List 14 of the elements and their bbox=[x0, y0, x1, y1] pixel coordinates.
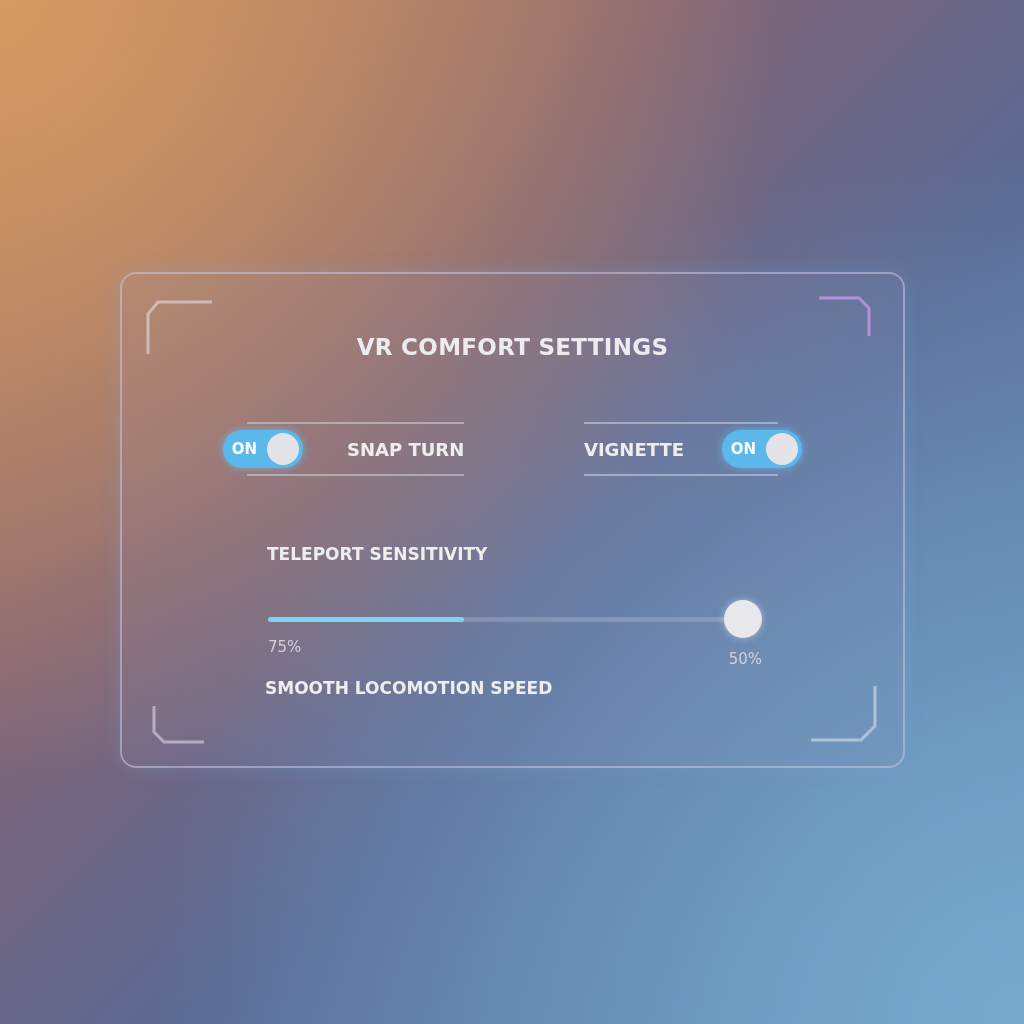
max-reading: 50% bbox=[728, 650, 762, 668]
slider-label: TELEPORT SENSITIVITY bbox=[267, 544, 489, 564]
slider-thumb[interactable] bbox=[724, 600, 762, 638]
corner-bracket-icon bbox=[817, 296, 871, 338]
toggle-switch[interactable]: ON bbox=[223, 430, 303, 468]
min-reading: 75% bbox=[268, 638, 302, 658]
toggle-switch[interactable]: ON bbox=[722, 430, 802, 468]
corner-bracket-icon bbox=[152, 704, 206, 744]
setting-label: SMOOTH LOCOMOTION SPEED bbox=[265, 678, 554, 698]
toggle-label: SNAP TURN bbox=[347, 438, 465, 460]
slider[interactable] bbox=[268, 600, 762, 638]
toggle-label: VIGNETTE bbox=[583, 438, 684, 460]
panel-title: VR COMFORT SETTINGS bbox=[355, 334, 670, 360]
corner-bracket-icon bbox=[809, 684, 879, 742]
